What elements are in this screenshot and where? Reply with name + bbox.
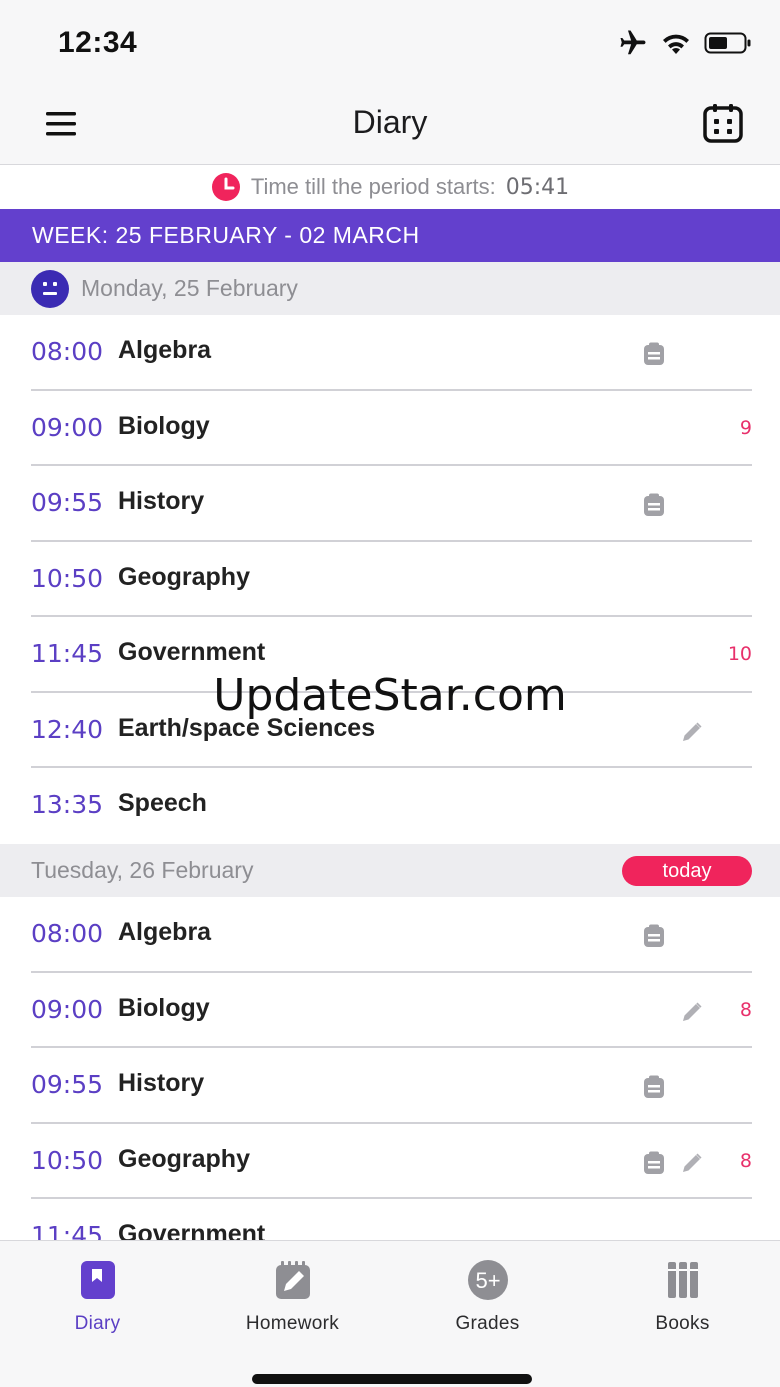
battery-icon <box>704 32 751 54</box>
lesson-time: 10:50 <box>31 1145 104 1175</box>
lesson-grade: 8 <box>739 1149 752 1172</box>
lesson-time: 09:55 <box>31 488 104 517</box>
lesson-row[interactable]: 10:50 Geography <box>0 541 780 617</box>
lesson-subject: Biology <box>118 411 210 440</box>
lesson-time: 08:00 <box>31 919 104 948</box>
homework-clipboard-icon <box>643 493 665 517</box>
pencil-note-icon <box>681 1152 703 1174</box>
pencil-note-icon <box>681 721 703 743</box>
homework-pencil-icon <box>275 1261 310 1299</box>
day-header: Monday, 25 February <box>0 262 780 315</box>
homework-clipboard-icon <box>643 342 665 366</box>
homework-clipboard-icon <box>643 1151 665 1175</box>
nav-bar: Diary <box>0 88 780 165</box>
today-badge[interactable]: today <box>622 856 752 886</box>
lesson-subject: Biology <box>118 993 210 1022</box>
lesson-row[interactable]: 09:00 Biology 8 <box>0 972 780 1048</box>
mood-neutral-icon[interactable] <box>31 269 69 308</box>
homework-clipboard-icon <box>643 924 665 948</box>
lesson-row[interactable]: 13:35 Speech <box>0 768 780 844</box>
tab-label: Diary <box>74 1313 121 1334</box>
tab-books[interactable]: Books <box>585 1241 780 1351</box>
week-bar[interactable]: WEEK: 25 FEBRUARY - 02 MARCH <box>0 209 780 262</box>
lesson-subject: Speech <box>118 789 207 817</box>
lesson-subject: History <box>118 1069 205 1097</box>
timer-label: Time till the period starts: <box>250 174 496 199</box>
lesson-grade: 10 <box>727 643 752 665</box>
diary-book-icon <box>80 1261 115 1299</box>
lesson-subject: Government <box>118 638 266 666</box>
lesson-subject: Earth/space Sciences <box>118 713 376 742</box>
wifi-icon <box>663 34 689 54</box>
period-timer: Time till the period starts: 05:41 <box>0 165 780 209</box>
calendar-icon <box>703 104 743 143</box>
tab-label: Grades <box>455 1313 520 1334</box>
lesson-grade: 8 <box>739 998 752 1021</box>
home-indicator[interactable] <box>252 1374 532 1384</box>
lesson-subject: History <box>118 487 205 515</box>
lesson-subject: Geography <box>118 562 250 591</box>
clock-icon <box>211 173 240 201</box>
lesson-subject: Algebra <box>118 336 212 364</box>
airplane-mode-icon <box>620 30 646 55</box>
grades-5plus-icon: 5+ <box>467 1260 508 1300</box>
lesson-time: 10:50 <box>31 563 104 593</box>
lesson-row[interactable]: 11:45 Government 10 <box>0 617 780 693</box>
tab-label: Homework <box>245 1313 340 1334</box>
homework-clipboard-icon <box>643 1075 665 1099</box>
lesson-row[interactable]: 09:55 History <box>0 466 780 542</box>
day-label: Monday, 25 February <box>81 275 298 301</box>
status-icons <box>618 28 752 58</box>
tab-bar: Diary Homework 5+ Grades Books <box>0 1240 780 1387</box>
lesson-time: 09:00 <box>31 994 104 1024</box>
tab-diary[interactable]: Diary <box>0 1241 195 1351</box>
lesson-time: 08:00 <box>31 337 104 366</box>
svg-text:5+: 5+ <box>475 1268 500 1293</box>
timer-value: 05:41 <box>505 174 570 200</box>
lesson-subject: Algebra <box>118 918 212 946</box>
status-bar: 12:34 <box>0 0 780 88</box>
lesson-grade: 9 <box>739 416 752 439</box>
lesson-subject: Geography <box>118 1144 250 1173</box>
day-header: Tuesday, 26 February today <box>0 844 780 897</box>
lesson-row[interactable]: 09:55 History <box>0 1048 780 1124</box>
tab-homework[interactable]: Homework <box>195 1241 390 1351</box>
page-title: Diary <box>352 104 428 140</box>
lesson-row[interactable]: 08:00 Algebra <box>0 315 780 391</box>
lesson-row[interactable]: 12:40 Earth/space Sciences <box>0 692 780 768</box>
lesson-time: 13:35 <box>31 790 104 819</box>
day-label: Tuesday, 26 February <box>31 857 254 883</box>
lesson-row[interactable]: 09:00 Biology 9 <box>0 390 780 466</box>
lesson-time: 12:40 <box>31 714 104 744</box>
lesson-time: 09:55 <box>31 1070 104 1099</box>
books-icon <box>667 1262 698 1298</box>
pencil-note-icon <box>681 1001 703 1023</box>
tab-grades[interactable]: 5+ Grades <box>390 1241 585 1351</box>
lesson-row[interactable]: 10:50 Geography 8 <box>0 1123 780 1199</box>
tab-label: Books <box>655 1313 710 1334</box>
lesson-time: 11:45 <box>31 639 104 668</box>
calendar-button[interactable] <box>702 102 744 144</box>
lesson-time: 09:00 <box>31 412 104 442</box>
lesson-row[interactable]: 08:00 Algebra <box>0 897 780 973</box>
status-time: 12:34 <box>58 26 138 59</box>
